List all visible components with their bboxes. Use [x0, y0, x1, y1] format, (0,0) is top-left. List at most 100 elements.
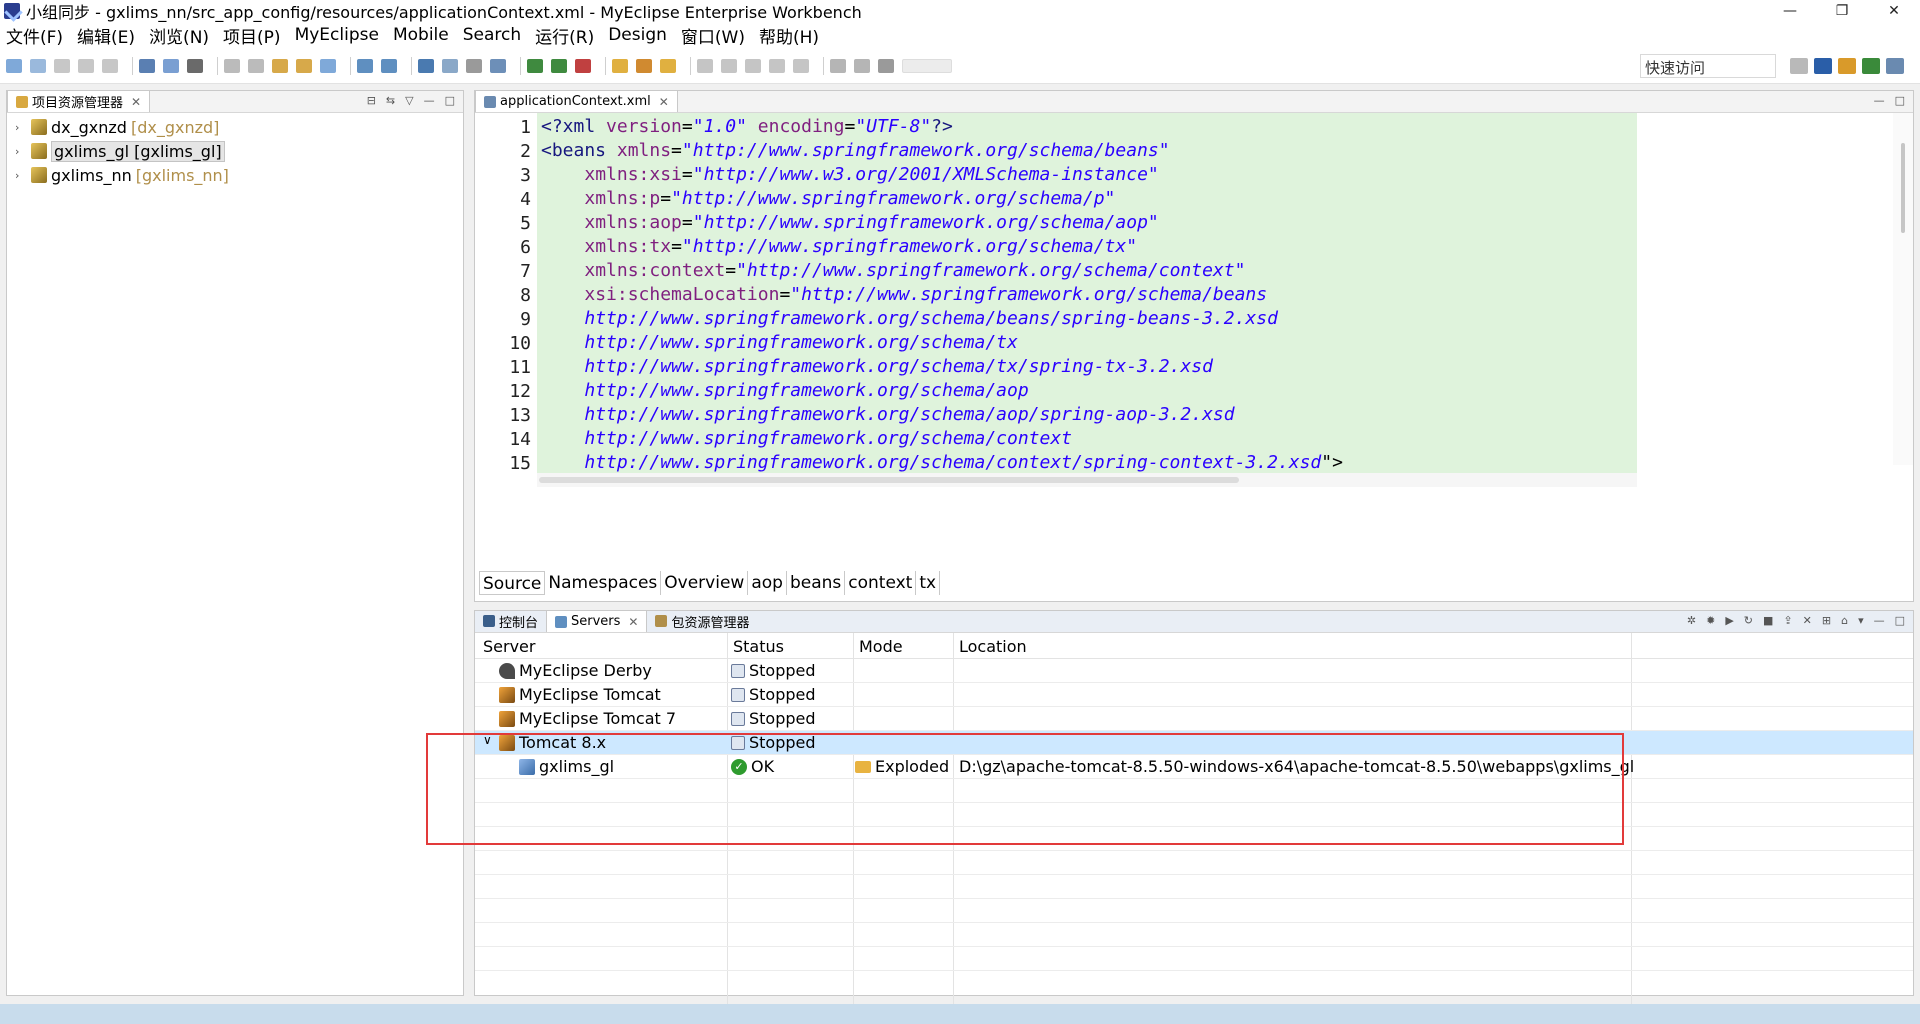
debug-perspective-icon[interactable] — [1862, 58, 1880, 74]
server-row-tomcat7[interactable]: MyEclipse Tomcat 7 Stopped — [475, 707, 1913, 731]
view-menu-icon[interactable]: ▽ — [405, 94, 413, 107]
open-folder-icon[interactable]: ⌂ — [1841, 614, 1848, 627]
menu-window[interactable]: 窗口(W) — [681, 23, 745, 48]
code-editor[interactable]: 1 2 3 4 5 6 7 8 9 10 11 12 13 14 15 16 1… — [475, 113, 1913, 473]
chevron-right-icon[interactable]: › — [15, 169, 27, 182]
code-line[interactable]: <?xml version="1.0" encoding="UTF-8"?> — [541, 115, 953, 139]
code-line[interactable]: xmlns:context="http://www.springframewor… — [541, 259, 1245, 283]
menu-help[interactable]: 帮助(H) — [759, 23, 819, 48]
web-project-icon[interactable] — [296, 59, 312, 73]
deploy-icon[interactable] — [357, 59, 373, 73]
search-web-icon[interactable] — [466, 59, 482, 73]
tab-aop[interactable]: aop — [748, 571, 787, 595]
last-edit-icon[interactable] — [745, 59, 761, 73]
chevron-right-icon[interactable]: › — [15, 121, 27, 134]
tab-context[interactable]: context — [845, 571, 917, 595]
tab-namespaces[interactable]: Namespaces — [545, 571, 662, 595]
external-tools-icon[interactable] — [575, 59, 591, 73]
horizontal-scrollbar[interactable] — [537, 473, 1637, 487]
restart-server-icon[interactable]: ↻ — [1744, 614, 1753, 627]
code-line[interactable]: http://www.springframework.org/schema/tx… — [541, 355, 1213, 379]
close-window-button[interactable]: ✕ — [1868, 0, 1920, 22]
scrollbar-thumb[interactable] — [539, 477, 1239, 483]
java-ee-icon[interactable] — [272, 59, 288, 73]
stop-server-icon[interactable]: ■ — [1763, 614, 1773, 627]
build-icon[interactable] — [187, 59, 203, 73]
tab-project-explorer[interactable]: 项目资源管理器 ✕ — [7, 90, 151, 112]
menu-edit[interactable]: 编辑(E) — [77, 23, 135, 48]
open-perspective-icon[interactable] — [1790, 58, 1808, 74]
debug-server-icon[interactable]: ✹ — [1706, 614, 1715, 627]
tab-tx[interactable]: tx — [916, 571, 941, 595]
column-header-mode[interactable]: Mode — [859, 637, 903, 656]
code-line[interactable]: http://www.springframework.org/schema/tx — [541, 331, 1017, 355]
tree-item-gxlims-nn[interactable]: › gxlims_nn [gxlims_nn] — [15, 165, 229, 185]
tab-package-explorer[interactable]: 包资源管理器 — [647, 610, 757, 632]
code-line[interactable]: xsi:schemaLocation="http://www.springfra… — [541, 283, 1267, 307]
save-icon[interactable] — [54, 59, 70, 73]
menu-file[interactable]: 文件(F) — [6, 23, 63, 48]
code-line[interactable]: xmlns:xsi="http://www.w3.org/2001/XMLSch… — [541, 163, 1158, 187]
zoom-combo[interactable] — [902, 59, 952, 73]
gear-icon[interactable]: ✲ — [1687, 614, 1696, 627]
tab-applicationcontext-xml[interactable]: applicationContext.xml ✕ — [475, 90, 678, 112]
print-icon[interactable] — [102, 59, 118, 73]
code-line[interactable]: xmlns:p="http://www.springframework.org/… — [541, 187, 1115, 211]
menu-design[interactable]: Design — [608, 25, 667, 45]
chevron-right-icon[interactable]: › — [15, 145, 27, 158]
open-folder-icon[interactable] — [612, 59, 628, 73]
new-icon[interactable] — [6, 59, 22, 73]
view-menu-icon[interactable]: ▾ — [1858, 614, 1864, 627]
maximize-view-icon[interactable]: □ — [445, 94, 455, 107]
code-line[interactable]: xmlns:tx="http://www.springframework.org… — [541, 235, 1137, 259]
menu-mobile[interactable]: Mobile — [393, 25, 449, 45]
globe-icon[interactable] — [490, 59, 506, 73]
server-row-derby[interactable]: MyEclipse Derby Stopped — [475, 659, 1913, 683]
forward-icon[interactable] — [793, 59, 809, 73]
menu-navigate[interactable]: 浏览(N) — [149, 23, 209, 48]
tab-servers[interactable]: Servers ✕ — [546, 610, 648, 632]
run-icon[interactable] — [551, 59, 567, 73]
code-line[interactable]: http://www.springframework.org/schema/co… — [541, 427, 1072, 451]
redo-icon[interactable] — [248, 59, 264, 73]
toggle-mark-icon[interactable] — [163, 59, 179, 73]
maximize-view-icon[interactable]: □ — [1895, 614, 1905, 627]
open-task-icon[interactable] — [660, 59, 676, 73]
disconnect-icon[interactable]: ✕ — [1803, 614, 1812, 627]
tab-overview[interactable]: Overview — [661, 571, 749, 595]
minimize-button[interactable]: — — [1764, 0, 1816, 22]
new-file-icon[interactable] — [320, 59, 336, 73]
open-type-icon[interactable] — [139, 59, 155, 73]
myeclipse-perspective-icon[interactable] — [1838, 58, 1856, 74]
pen-icon[interactable] — [636, 59, 652, 73]
debug-icon[interactable] — [527, 59, 543, 73]
server-row-tomcat[interactable]: MyEclipse Tomcat Stopped — [475, 683, 1913, 707]
minimize-view-icon[interactable]: — — [424, 94, 435, 107]
column-header-status[interactable]: Status — [733, 637, 784, 656]
menu-project[interactable]: 项目(P) — [223, 23, 281, 48]
column-header-location[interactable]: Location — [959, 637, 1027, 656]
code-line[interactable]: http://www.springframework.org/schema/co… — [541, 451, 1343, 473]
vertical-scrollbar[interactable] — [1893, 113, 1913, 465]
start-server-icon[interactable]: ▶ — [1725, 614, 1733, 627]
tree-item-gxlims-gl[interactable]: › gxlims_gl [gxlims_gl] — [15, 140, 225, 162]
browser-icon[interactable] — [418, 59, 434, 73]
undo-icon[interactable] — [224, 59, 240, 73]
team-perspective-icon[interactable] — [1886, 58, 1904, 74]
close-icon[interactable]: ✕ — [131, 95, 141, 109]
tree-item-dx-gxnzd[interactable]: › dx_gxnzd [dx_gxnzd] — [15, 117, 219, 137]
add-deployment-icon[interactable]: ⊞ — [1822, 614, 1831, 627]
close-icon[interactable]: ✕ — [628, 615, 638, 629]
quick-access-input[interactable]: 快速访问 — [1640, 54, 1776, 78]
back-icon[interactable] — [769, 59, 785, 73]
next-annotation-icon[interactable] — [697, 59, 713, 73]
previous-annotation-icon[interactable] — [721, 59, 737, 73]
code-line[interactable]: http://www.springframework.org/schema/ao… — [541, 379, 1028, 403]
tab-console[interactable]: 控制台 — [475, 610, 546, 632]
menu-myeclipse[interactable]: MyEclipse — [295, 25, 379, 45]
close-icon[interactable]: ✕ — [659, 95, 669, 109]
scrollbar-thumb[interactable] — [1901, 143, 1905, 233]
code-line[interactable]: xmlns:aop="http://www.springframework.or… — [541, 211, 1158, 235]
code-line[interactable]: <beans xmlns="http://www.springframework… — [541, 139, 1170, 163]
java-perspective-icon[interactable] — [1814, 58, 1832, 74]
